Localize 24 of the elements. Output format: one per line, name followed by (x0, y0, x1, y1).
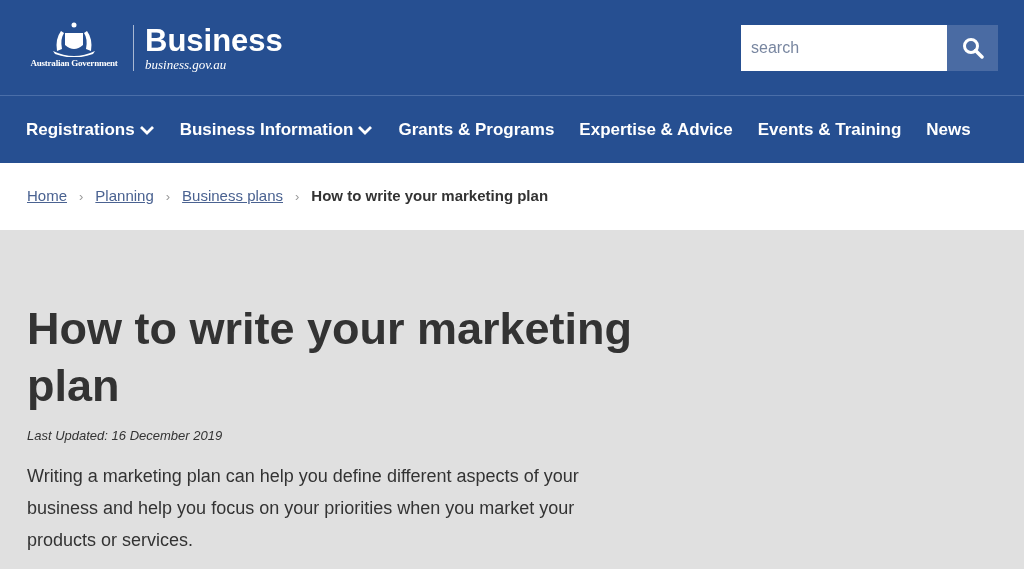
nav-link[interactable]: Grants & Programs (398, 116, 555, 143)
breadcrumb-link[interactable]: Home (27, 185, 67, 208)
chevron-down-icon (138, 123, 155, 136)
nav-link[interactable]: Expertise & Advice (579, 116, 733, 143)
search-icon (961, 36, 984, 59)
site-name: Business (145, 24, 283, 56)
nav-link[interactable]: Events & Training (757, 116, 902, 143)
breadcrumb-separator: › (295, 187, 300, 206)
page-title: How to write your marketing plan (27, 302, 634, 413)
site-url: business.gov.au (145, 57, 228, 71)
breadcrumb-current: How to write your marketing plan (311, 186, 549, 207)
search-button[interactable] (947, 24, 998, 71)
last-updated: Last Updated: 16 December 2019 (27, 427, 224, 445)
nav-dropdown[interactable]: Registrations (26, 116, 155, 143)
logo-caption: Australian Government (30, 56, 118, 70)
nav-dropdown[interactable]: Business Information (179, 116, 374, 143)
search-field[interactable]: search (741, 24, 947, 71)
chevron-down-icon (357, 123, 374, 136)
breadcrumb-separator: › (165, 187, 171, 206)
breadcrumb-link[interactable]: Business plans (182, 185, 283, 208)
nav-link[interactable]: News (926, 116, 971, 143)
intro-paragraph: Writing a marketing plan can help you define different aspects of your business and help you focus on your priorities when you market your products or services. (27, 464, 580, 552)
breadcrumb-link[interactable]: Planning (95, 185, 154, 208)
breadcrumb-separator: › (79, 187, 84, 206)
